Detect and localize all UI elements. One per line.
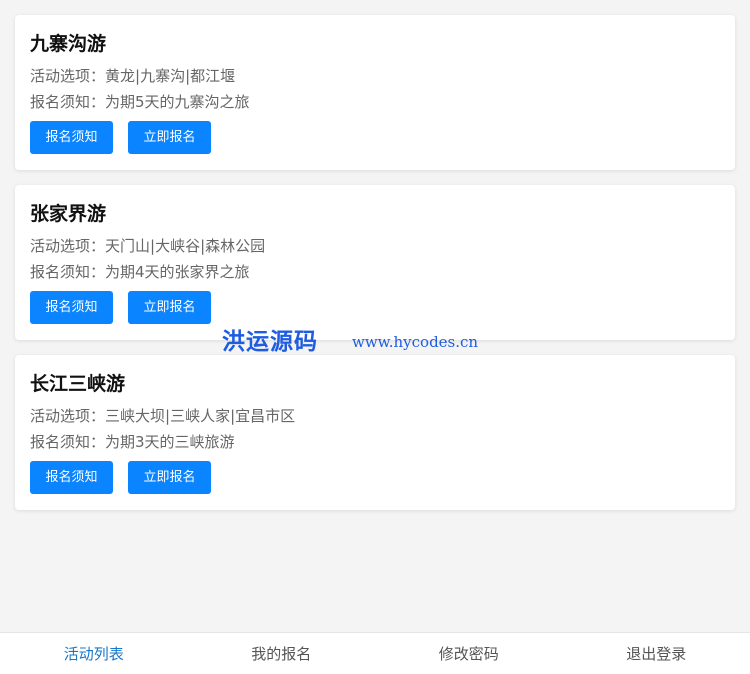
options-value: 天门山|大峡谷|森林公园: [105, 237, 266, 255]
activity-notice: 报名须知：为期4天的张家界之旅: [30, 259, 720, 285]
tab-change-password[interactable]: 修改密码: [375, 633, 563, 674]
notice-value: 为期5天的九寨沟之旅: [105, 93, 250, 111]
app-page: 九寨沟游 活动选项：黄龙|九寨沟|都江堰 报名须知：为期5天的九寨沟之旅 报名须…: [0, 0, 750, 674]
card-actions: 报名须知 立即报名: [30, 461, 720, 494]
watermark-text: 洪运源码: [222, 328, 318, 355]
tab-logout[interactable]: 退出登录: [563, 633, 750, 674]
options-label: 活动选项：: [30, 237, 106, 255]
activity-list: 九寨沟游 活动选项：黄龙|九寨沟|都江堰 报名须知：为期5天的九寨沟之旅 报名须…: [15, 15, 735, 525]
notice-button[interactable]: 报名须知: [30, 291, 113, 324]
activity-options: 活动选项：黄龙|九寨沟|都江堰: [30, 63, 720, 89]
notice-value: 为期3天的三峡旅游: [105, 433, 235, 451]
card-actions: 报名须知 立即报名: [30, 291, 720, 324]
activity-options: 活动选项：天门山|大峡谷|森林公园: [30, 233, 720, 259]
activity-card: 长江三峡游 活动选项：三峡大坝|三峡人家|宜昌市区 报名须知：为期3天的三峡旅游…: [15, 355, 735, 510]
activity-card: 九寨沟游 活动选项：黄龙|九寨沟|都江堰 报名须知：为期5天的九寨沟之旅 报名须…: [15, 15, 735, 170]
activity-card: 张家界游 活动选项：天门山|大峡谷|森林公园 报名须知：为期4天的张家界之旅 报…: [15, 185, 735, 340]
notice-label: 报名须知：: [30, 433, 106, 451]
activity-title: 张家界游: [30, 203, 107, 225]
notice-label: 报名须知：: [30, 93, 106, 111]
bottom-tab-bar: 活动列表 我的报名 修改密码 退出登录: [0, 632, 750, 674]
options-label: 活动选项：: [30, 407, 106, 425]
watermark: 洪运源码 www.hycodes.cn: [222, 322, 478, 356]
notice-button[interactable]: 报名须知: [30, 461, 113, 494]
activity-notice: 报名须知：为期3天的三峡旅游: [30, 429, 720, 455]
activity-title: 九寨沟游: [30, 33, 107, 55]
activity-notice: 报名须知：为期5天的九寨沟之旅: [30, 89, 720, 115]
notice-button[interactable]: 报名须知: [30, 121, 113, 154]
signup-button[interactable]: 立即报名: [128, 121, 211, 154]
signup-button[interactable]: 立即报名: [128, 291, 211, 324]
options-value: 三峡大坝|三峡人家|宜昌市区: [105, 407, 296, 425]
options-label: 活动选项：: [30, 67, 106, 85]
signup-button[interactable]: 立即报名: [128, 461, 211, 494]
tab-activity-list[interactable]: 活动列表: [0, 633, 188, 674]
notice-label: 报名须知：: [30, 263, 106, 281]
activity-options: 活动选项：三峡大坝|三峡人家|宜昌市区: [30, 403, 720, 429]
watermark-url: www.hycodes.cn: [352, 333, 479, 351]
card-actions: 报名须知 立即报名: [30, 121, 720, 154]
tab-my-signups[interactable]: 我的报名: [188, 633, 376, 674]
options-value: 黄龙|九寨沟|都江堰: [105, 67, 236, 85]
notice-value: 为期4天的张家界之旅: [105, 263, 250, 281]
activity-title: 长江三峡游: [30, 373, 126, 395]
